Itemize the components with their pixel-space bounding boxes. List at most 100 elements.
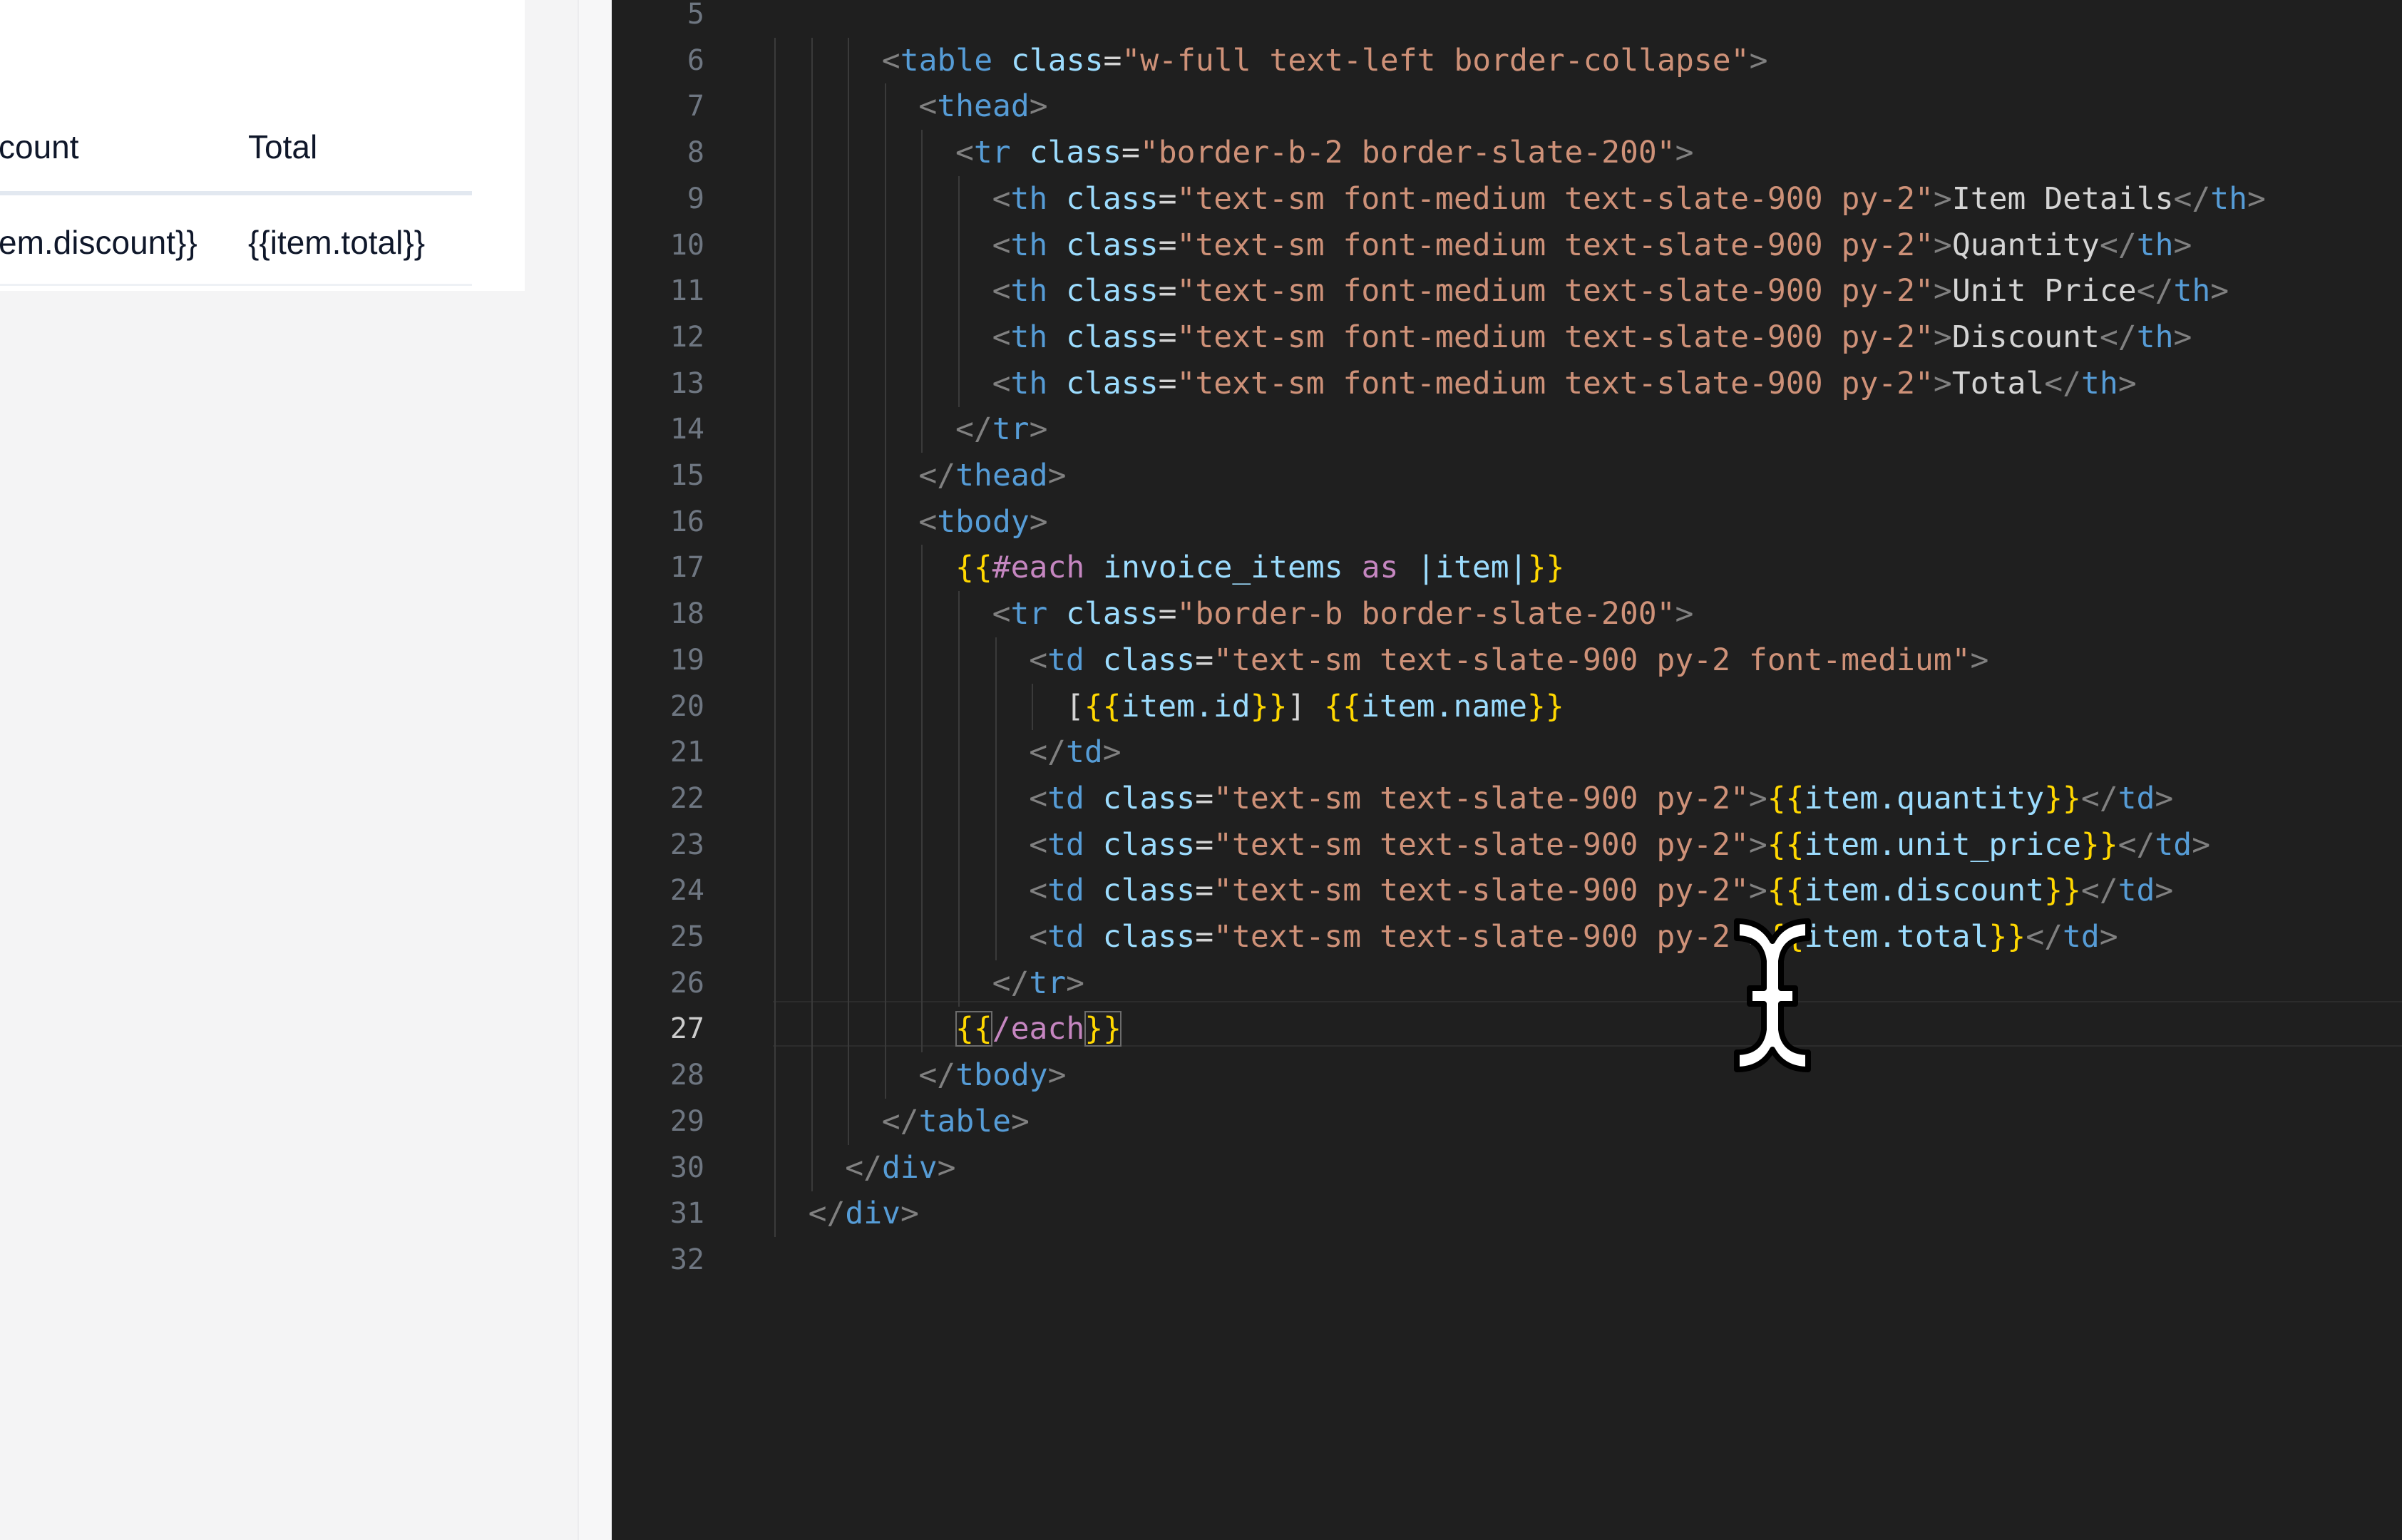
code-line[interactable]: 8 <tr class="border-b-2 border-slate-200"… bbox=[612, 130, 2402, 177]
code-token: |item| bbox=[1398, 550, 1528, 586]
code-token: = bbox=[1158, 319, 1177, 355]
code-line[interactable]: 31 </div> bbox=[612, 1191, 2402, 1238]
code-line[interactable]: 28 </tbody> bbox=[612, 1052, 2402, 1099]
code-token: > bbox=[1047, 458, 1067, 493]
indent-guide bbox=[921, 683, 923, 730]
code-token: Unit Price bbox=[1951, 273, 2137, 309]
indent-guide bbox=[958, 637, 960, 684]
code-line[interactable]: 14 </tr> bbox=[612, 406, 2402, 453]
code-line[interactable]: 7 <thead> bbox=[612, 83, 2402, 130]
indent-guide bbox=[848, 1098, 850, 1145]
code-token: = bbox=[1158, 273, 1177, 309]
invoice-preview-card: count Total em.discount}} {{item.total}} bbox=[0, 0, 525, 291]
indent-guide bbox=[995, 821, 997, 868]
indent-guide bbox=[884, 729, 886, 776]
code-line[interactable]: 29 </table> bbox=[612, 1098, 2402, 1145]
code-token: = bbox=[1158, 365, 1177, 401]
code-line[interactable]: 11 <th class="text-sm font-medium text-sl… bbox=[612, 268, 2402, 315]
indent-guide bbox=[884, 868, 886, 915]
code-token: > bbox=[1933, 365, 1952, 401]
code-token: class bbox=[1066, 227, 1159, 263]
code-text: </div> bbox=[809, 1191, 919, 1237]
indent-guide bbox=[884, 960, 886, 1007]
indent-guide bbox=[848, 683, 850, 730]
code-text: <tbody> bbox=[918, 499, 1047, 545]
indent-guide bbox=[848, 868, 850, 915]
code-token: th bbox=[1010, 365, 1048, 401]
indent-guide bbox=[884, 83, 886, 130]
code-line[interactable]: 17 {{#each invoice_items as |item|}} bbox=[612, 545, 2402, 592]
code-text: <th class="text-sm font-medium text-slat… bbox=[992, 268, 2229, 314]
code-token: Discount bbox=[1951, 319, 2100, 355]
indent-guide bbox=[884, 775, 886, 822]
code-token: </ bbox=[845, 1149, 882, 1186]
pane-splitter[interactable] bbox=[578, 0, 613, 1540]
indent-guide bbox=[811, 268, 813, 315]
code-line[interactable]: 15 </thead> bbox=[612, 453, 2402, 499]
code-line[interactable]: 13 <th class="text-sm font-medium text-sl… bbox=[612, 360, 2402, 407]
code-editor[interactable]: 5 6 <table class="w-full text-left border-… bbox=[612, 0, 2402, 1540]
indent-guide bbox=[774, 498, 776, 545]
indent-guide bbox=[774, 453, 776, 499]
code-line[interactable]: 23 <td class="text-sm text-slate-900 py-2… bbox=[612, 821, 2402, 868]
code-token: /each bbox=[992, 1011, 1085, 1047]
indent-guide bbox=[921, 360, 923, 407]
code-line[interactable]: 16 <tbody> bbox=[612, 498, 2402, 545]
indent-guide bbox=[884, 453, 886, 499]
indent-guide bbox=[884, 821, 886, 868]
code-token: "border-b-2 border-slate-200" bbox=[1139, 135, 1675, 171]
code-line[interactable]: 12 <th class="text-sm font-medium text-sl… bbox=[612, 314, 2402, 361]
code-line[interactable]: 6 <table class="w-full text-left border-c… bbox=[612, 37, 2402, 84]
indent-guide bbox=[848, 545, 850, 592]
code-line[interactable]: 24 <td class="text-sm text-slate-900 py-2… bbox=[612, 868, 2402, 915]
code-line[interactable]: 32 bbox=[612, 1237, 2402, 1283]
code-line[interactable]: 20 [{{item.id}}] {{item.name}} bbox=[612, 683, 2402, 730]
indent-guide bbox=[958, 222, 960, 269]
code-line[interactable]: 21 </td> bbox=[612, 729, 2402, 776]
indent-guide bbox=[811, 175, 813, 222]
indent-guide bbox=[921, 637, 923, 684]
code-token: </ bbox=[2080, 873, 2118, 909]
cell-total-value: {{item.total}} bbox=[248, 224, 426, 261]
code-token: tr bbox=[973, 135, 1011, 171]
code-line[interactable]: 27 {{/each}} bbox=[612, 1006, 2402, 1053]
indent-guide bbox=[774, 1144, 776, 1191]
code-line[interactable]: 5 bbox=[612, 0, 2402, 38]
line-number: 6 bbox=[687, 43, 704, 77]
indent-guide bbox=[774, 775, 776, 822]
code-token: class bbox=[1066, 180, 1159, 217]
code-text: <td class="text-sm text-slate-900 py-2">… bbox=[1029, 776, 2173, 822]
code-line[interactable]: 9 <th class="text-sm font-medium text-sla… bbox=[612, 175, 2402, 222]
code-line[interactable]: 26 </tr> bbox=[612, 960, 2402, 1007]
code-line[interactable]: 22 <td class="text-sm text-slate-900 py-2… bbox=[612, 775, 2402, 822]
code-line[interactable]: 10 <th class="text-sm font-medium text-sl… bbox=[612, 222, 2402, 269]
code-line[interactable]: 18 <tr class="border-b border-slate-200"> bbox=[612, 591, 2402, 638]
code-text: <td class="text-sm text-slate-900 py-2 f… bbox=[1029, 637, 1988, 684]
code-token: tr bbox=[992, 411, 1030, 448]
code-token: td bbox=[1065, 734, 1103, 771]
code-token: #each bbox=[992, 550, 1085, 586]
line-number: 5 bbox=[687, 0, 704, 31]
code-token: > bbox=[1066, 965, 1085, 1001]
indent-guide bbox=[848, 130, 850, 177]
code-token: {{ bbox=[1324, 688, 1362, 724]
code-token: }} bbox=[1527, 688, 1564, 724]
indent-guide bbox=[958, 729, 960, 776]
indent-guide bbox=[848, 360, 850, 407]
indent-guide bbox=[774, 222, 776, 269]
code-line[interactable]: 25 <td class="text-sm text-slate-900 py-2… bbox=[612, 914, 2402, 960]
code-token: < bbox=[1029, 642, 1048, 678]
line-number: 9 bbox=[687, 182, 704, 215]
indent-guide bbox=[774, 1098, 776, 1145]
i-beam-cursor-icon bbox=[1734, 918, 1811, 1072]
indent-guide bbox=[921, 868, 923, 915]
indent-guide bbox=[774, 591, 776, 638]
code-line[interactable]: 30 </div> bbox=[612, 1144, 2402, 1191]
indent-guide bbox=[884, 591, 886, 638]
code-line[interactable]: 19 <td class="text-sm text-slate-900 py-2… bbox=[612, 637, 2402, 684]
line-number: 29 bbox=[669, 1104, 704, 1138]
indent-guide bbox=[774, 729, 776, 776]
indent-guide bbox=[774, 360, 776, 407]
